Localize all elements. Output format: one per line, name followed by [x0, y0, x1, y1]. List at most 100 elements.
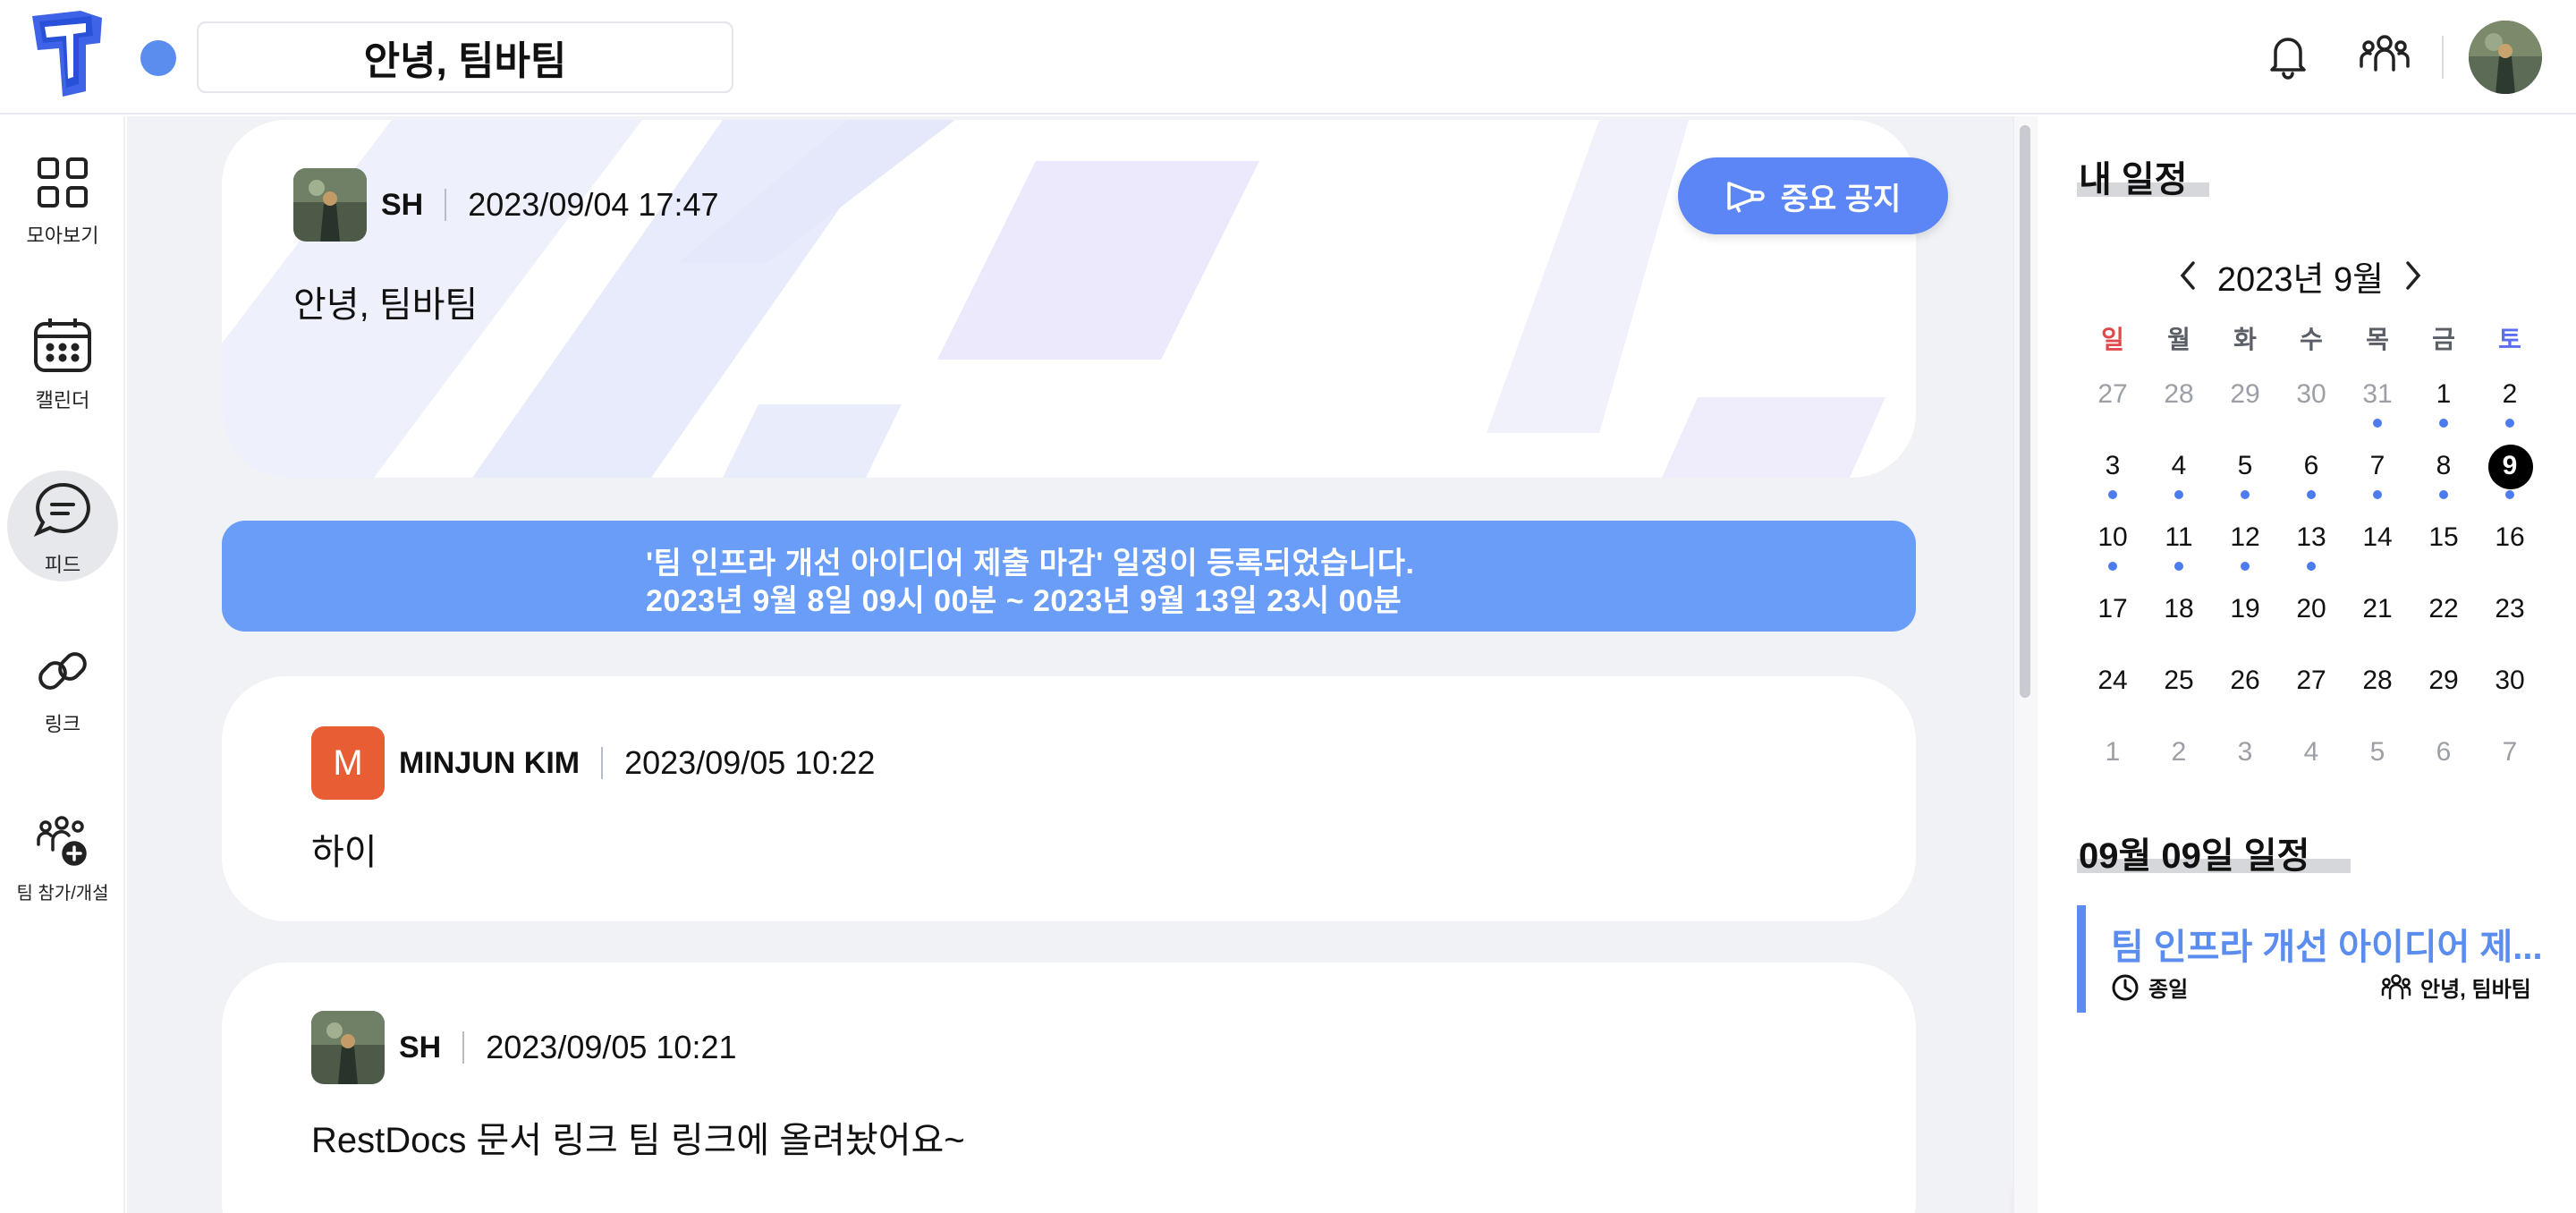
calendar-day[interactable]: 3 — [2218, 737, 2272, 768]
chevron-right-icon[interactable] — [2399, 258, 2426, 293]
link-icon — [38, 652, 87, 690]
post-header-separator — [445, 189, 447, 221]
schedule-event-title[interactable]: 팀 인프라 개선 아이디어 제... — [2111, 918, 2543, 970]
clock-icon — [2112, 974, 2139, 1000]
calendar-day[interactable]: 30 — [2284, 379, 2338, 410]
nav-label-link: 링크 — [44, 713, 81, 735]
calendar-day[interactable]: 22 — [2417, 594, 2470, 624]
calendar-day[interactable]: 7 — [2483, 737, 2537, 768]
schedule-event-team: 안녕, 팀바팀 — [2381, 971, 2531, 1003]
post-header: SH 2023/09/05 10:21 — [311, 1011, 737, 1084]
calendar-day[interactable]: 2 — [2483, 379, 2537, 410]
calendar-month-label: 2023년 9월 — [2216, 260, 2385, 299]
post-date: 2023/09/04 17:47 — [468, 186, 719, 223]
calendar-day-selected[interactable]: 9 — [2483, 451, 2537, 481]
day-schedule-title: 09월 09일 일정 — [2079, 836, 2310, 876]
chevron-left-icon[interactable] — [2175, 258, 2202, 293]
calendar-day[interactable]: 29 — [2218, 379, 2272, 410]
calendar-event-dot — [2241, 490, 2250, 499]
feed-post[interactable]: M MINJUN KIM 2023/09/05 10:22 하이 — [222, 676, 1916, 921]
important-notice-button[interactable]: 중요 공지 — [1678, 157, 1948, 234]
calendar-weekday-label: 월 — [2167, 326, 2190, 353]
schedule-event-bar — [2077, 905, 2086, 1013]
calendar-day[interactable]: 3 — [2086, 451, 2140, 481]
nav-item-team-join[interactable]: 팀 참가/개설 — [0, 814, 125, 904]
calendar-day[interactable]: 24 — [2086, 666, 2140, 696]
user-avatar[interactable] — [2469, 21, 2542, 94]
grid-icon — [38, 157, 88, 208]
calendar-day[interactable]: 31 — [2351, 379, 2404, 410]
calendar-day[interactable]: 26 — [2218, 666, 2272, 696]
calendar-day[interactable]: 8 — [2417, 451, 2470, 481]
calendar-day[interactable]: 27 — [2284, 666, 2338, 696]
bell-icon[interactable] — [2263, 30, 2313, 81]
event-banner-period: 2023년 9월 8일 09시 00분 ~ 2023년 9월 13일 23시 0… — [646, 584, 1402, 618]
notice-card[interactable]: SH 2023/09/04 17:47 안녕, 팀바팀 — [222, 120, 1916, 478]
calendar-day[interactable]: 23 — [2483, 594, 2537, 624]
calendar-day[interactable]: 11 — [2152, 522, 2206, 553]
calendar-day[interactable]: 6 — [2284, 451, 2338, 481]
feed-area: SH 2023/09/04 17:47 안녕, 팀바팀 중요 공지 '팀 인프라… — [127, 116, 2012, 1213]
app-header: 안녕, 팀바팀 — [0, 0, 2576, 115]
calendar-day[interactable]: 7 — [2351, 451, 2404, 481]
event-registered-banner[interactable]: '팀 인프라 개선 아이디어 제출 마감' 일정이 등록되었습니다. 2023년… — [222, 521, 1916, 632]
calendar-day[interactable]: 1 — [2086, 737, 2140, 768]
calendar-day[interactable]: 17 — [2086, 594, 2140, 624]
nav-item-link[interactable]: 링크 — [0, 642, 125, 737]
feed-post[interactable]: SH 2023/09/05 10:21 RestDocs 문서 링크 팀 링크에… — [222, 963, 1916, 1213]
calendar-day[interactable]: 4 — [2284, 737, 2338, 768]
important-notice-label: 중요 공지 — [1780, 182, 1902, 216]
calendar-day[interactable]: 2 — [2152, 737, 2206, 768]
chat-icon — [33, 482, 90, 537]
calendar-day[interactable]: 21 — [2351, 594, 2404, 624]
nav-label-feed: 피드 — [44, 554, 81, 576]
calendar-event-dot — [2439, 490, 2448, 499]
calendar-day[interactable]: 15 — [2417, 522, 2470, 553]
calendar-day[interactable]: 29 — [2417, 666, 2470, 696]
team-name-selector[interactable]: 안녕, 팀바팀 — [197, 21, 733, 93]
nav-label-calendar: 캘린더 — [35, 389, 90, 411]
calendar-day[interactable]: 4 — [2152, 451, 2206, 481]
calendar-day[interactable]: 27 — [2086, 379, 2140, 410]
calendar-day[interactable]: 10 — [2086, 522, 2140, 553]
calendar-day[interactable]: 20 — [2284, 594, 2338, 624]
calendar-day[interactable]: 6 — [2417, 737, 2470, 768]
calendar-day[interactable]: 18 — [2152, 594, 2206, 624]
calendar-day[interactable]: 16 — [2483, 522, 2537, 553]
calendar-event-dot — [2108, 490, 2117, 499]
teambyteam-logo[interactable] — [27, 9, 106, 98]
calendar-day[interactable]: 12 — [2218, 522, 2272, 553]
calendar-weekday-label: 일 — [2101, 326, 2124, 353]
calendar-event-dot — [2307, 490, 2316, 499]
team-members-icon[interactable] — [2358, 30, 2411, 81]
post-date: 2023/09/05 10:21 — [486, 1029, 737, 1065]
calendar-day[interactable]: 5 — [2351, 737, 2404, 768]
nav-item-calendar[interactable]: 캘린더 — [0, 315, 125, 413]
megaphone-icon — [1726, 182, 1765, 213]
nav-item-overview[interactable]: 모아보기 — [0, 154, 125, 249]
nav-item-feed[interactable]: 피드 — [0, 479, 125, 578]
post-author: MINJUN KIM — [399, 745, 580, 780]
calendar-day[interactable]: 14 — [2351, 522, 2404, 553]
calendar-day[interactable]: 19 — [2218, 594, 2272, 624]
calendar-day[interactable]: 5 — [2218, 451, 2272, 481]
calendar-day[interactable]: 30 — [2483, 666, 2537, 696]
header-divider — [2442, 36, 2444, 79]
author-avatar[interactable] — [311, 1011, 385, 1084]
author-avatar[interactable]: M — [311, 726, 385, 800]
calendar-day[interactable]: 13 — [2284, 522, 2338, 553]
my-schedule-title: 내 일정 — [2079, 160, 2188, 199]
calendar-weekday-label: 토 — [2498, 326, 2521, 353]
calendar-day[interactable]: 28 — [2152, 379, 2206, 410]
feed-scrollbar-thumb[interactable] — [2020, 125, 2030, 698]
nav-label-overview: 모아보기 — [26, 225, 99, 247]
schedule-event-time-label: 종일 — [2148, 978, 2189, 1002]
calendar-event-dot — [2108, 562, 2117, 571]
calendar-day[interactable]: 28 — [2351, 666, 2404, 696]
author-avatar[interactable] — [293, 168, 367, 242]
calendar-event-dot — [2174, 562, 2183, 571]
calendar-weekday-label: 화 — [2233, 326, 2257, 353]
calendar-day[interactable]: 25 — [2152, 666, 2206, 696]
post-header-separator — [462, 1031, 465, 1064]
calendar-day[interactable]: 1 — [2417, 379, 2470, 410]
